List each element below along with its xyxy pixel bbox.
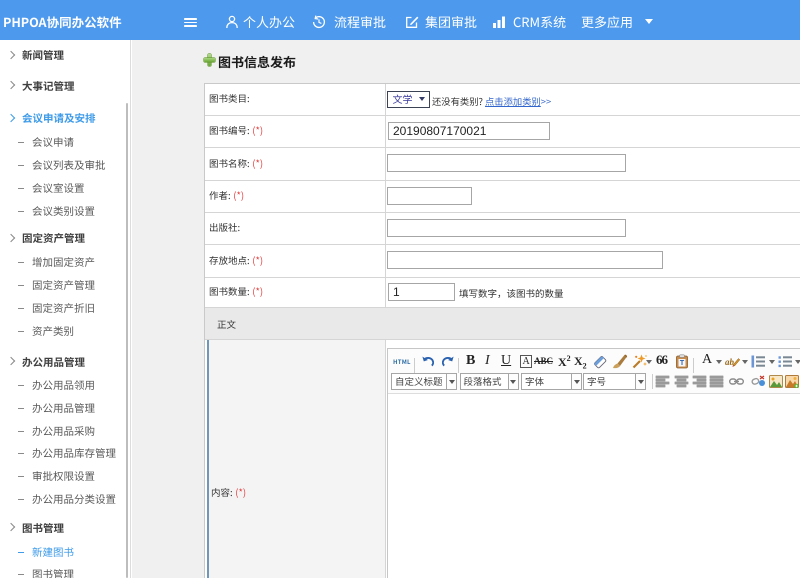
- svg-text:T: T: [680, 360, 685, 367]
